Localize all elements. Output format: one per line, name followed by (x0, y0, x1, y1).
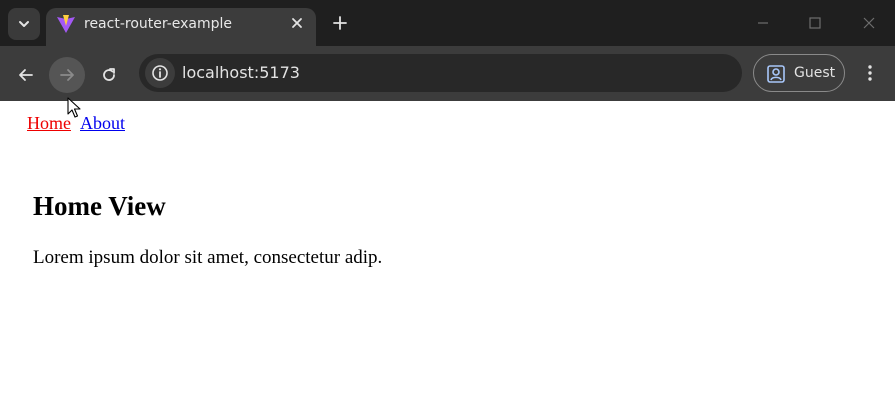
tab-close-button[interactable] (287, 13, 307, 33)
tab-title: react-router-example (84, 16, 233, 32)
profile-label: Guest (794, 65, 836, 81)
minimize-button[interactable] (752, 12, 774, 34)
forward-button[interactable] (49, 57, 85, 93)
close-icon (292, 18, 302, 28)
browser-tab[interactable]: react-router-example (46, 8, 316, 46)
menu-dots-icon (868, 65, 872, 81)
minimize-icon (758, 22, 768, 24)
page-body-text: Lorem ipsum dolor sit amet, consectetur … (33, 247, 383, 268)
profile-icon (767, 65, 785, 83)
close-window-button[interactable] (858, 12, 880, 34)
back-button[interactable] (8, 57, 44, 93)
vite-logo-icon (57, 15, 75, 33)
browser-menu-button[interactable] (858, 61, 882, 85)
site-info-button[interactable] (145, 58, 175, 88)
address-bar[interactable]: localhost:5173 (139, 54, 742, 92)
back-icon (19, 69, 33, 81)
tab-strip: react-router-example (0, 0, 895, 46)
browser-toolbar: localhost:5173 Guest (0, 46, 895, 101)
close-icon (863, 17, 875, 29)
info-icon (152, 65, 168, 81)
tab-search-button[interactable] (8, 8, 40, 40)
page-content: Home About Home View Lorem ipsum dolor si… (0, 101, 895, 409)
reload-icon (103, 68, 115, 81)
new-tab-button[interactable] (328, 11, 352, 35)
mouse-cursor-icon (67, 97, 81, 118)
url-text[interactable]: localhost:5173 (182, 63, 300, 82)
chevron-down-icon (19, 21, 29, 27)
about-link[interactable]: About (80, 113, 125, 133)
profile-button[interactable]: Guest (753, 54, 845, 92)
page-title: Home View (33, 191, 166, 221)
maximize-icon (809, 17, 821, 29)
reload-button[interactable] (91, 57, 127, 93)
plus-icon (333, 16, 347, 30)
forward-icon (60, 69, 74, 81)
home-link[interactable]: Home (27, 113, 71, 133)
maximize-button[interactable] (804, 12, 826, 34)
